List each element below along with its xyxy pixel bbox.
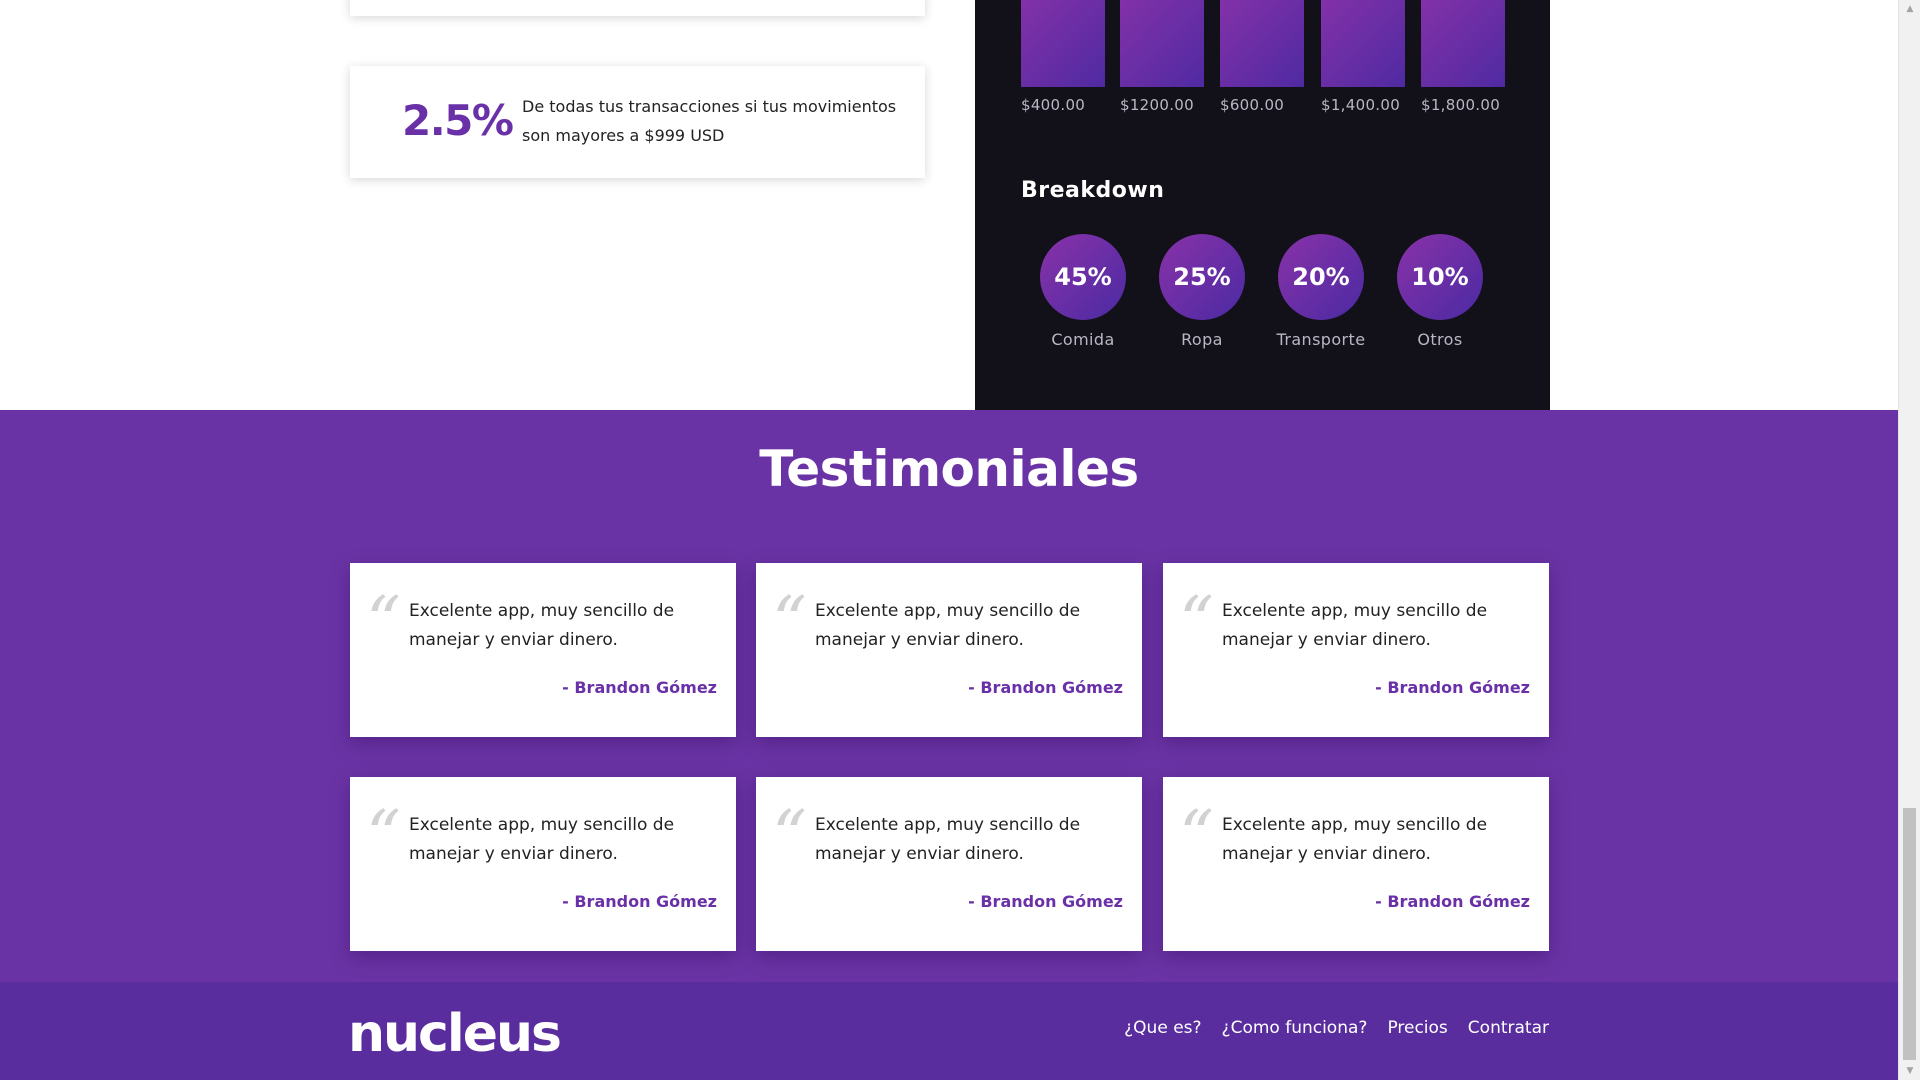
bar [1421, 0, 1505, 87]
quote-icon: “ [772, 583, 807, 662]
bar [1021, 0, 1105, 87]
breakdown-title: Breakdown [1021, 178, 1165, 203]
bar-label: $1,400.00 [1321, 96, 1401, 114]
breakdown-item: 20% Transporte [1266, 234, 1376, 349]
breakdown-item: 10% Otros [1385, 234, 1495, 349]
quote-icon: “ [366, 797, 401, 876]
scroll-up-icon[interactable]: ▲ [1899, 0, 1920, 18]
testimonial-card: “ Excelente app, muy sencillo de manejar… [350, 777, 736, 951]
quote-icon: “ [772, 797, 807, 876]
testimonial-card: “ Excelente app, muy sencillo de manejar… [756, 777, 1142, 951]
bar [1321, 0, 1405, 87]
testimonials-title: Testimoniales [759, 440, 1139, 498]
fee-description: De todas tus transacciones si tus movimi… [522, 97, 897, 145]
testimonial-author: - Brandon Gómez [562, 892, 717, 911]
footer: nucleus ¿Que es? ¿Como funciona? Precios… [0, 982, 1898, 1080]
pricing-section: 2.5% De todas tus transacciones si tus m… [0, 0, 1898, 410]
fee-percent: 2.5% [402, 96, 514, 145]
breakdown-item: 25% Ropa [1147, 234, 1257, 349]
nav-link-contratar[interactable]: Contratar [1468, 1018, 1549, 1038]
breakdown-label: Otros [1417, 330, 1463, 349]
testimonial-text: Excelente app, muy sencillo de manejar y… [1222, 601, 1488, 650]
bar-label: $1200.00 [1120, 96, 1194, 114]
dashboard-preview: $400.00 $1200.00 $600.00 $1,400.00 $1,80… [975, 0, 1550, 410]
logo[interactable]: nucleus [348, 1004, 562, 1064]
quote-icon: “ [1179, 583, 1214, 662]
bar-label: $400.00 [1021, 96, 1086, 114]
breakdown-label: Comida [1051, 330, 1115, 349]
footer-nav: ¿Que es? ¿Como funciona? Precios Contrat… [1124, 1018, 1549, 1038]
nav-link-como-funciona[interactable]: ¿Como funciona? [1222, 1018, 1368, 1038]
testimonial-card: “ Excelente app, muy sencillo de manejar… [350, 563, 736, 737]
quote-icon: “ [366, 583, 401, 662]
bar [1120, 0, 1204, 87]
testimonials-section: Testimoniales “ Excelente app, muy senci… [0, 410, 1898, 982]
bar [1220, 0, 1304, 87]
testimonial-card: “ Excelente app, muy sencillo de manejar… [1163, 563, 1549, 737]
breakdown-label: Ropa [1181, 330, 1223, 349]
testimonial-author: - Brandon Gómez [1375, 892, 1530, 911]
bar-label: $1,800.00 [1421, 96, 1501, 114]
testimonial-author: - Brandon Gómez [968, 892, 1123, 911]
fee-card-partial [350, 0, 925, 16]
testimonial-card: “ Excelente app, muy sencillo de manejar… [756, 563, 1142, 737]
breakdown-item: 45% Comida [1028, 234, 1138, 349]
testimonial-text: Excelente app, muy sencillo de manejar y… [815, 601, 1081, 650]
breakdown-label: Transporte [1276, 330, 1366, 349]
breakdown-circle: 25% [1159, 234, 1245, 320]
testimonial-text: Excelente app, muy sencillo de manejar y… [409, 815, 675, 864]
breakdown-circle: 10% [1397, 234, 1483, 320]
testimonial-card: “ Excelente app, muy sencillo de manejar… [1163, 777, 1549, 951]
testimonial-author: - Brandon Gómez [968, 678, 1123, 697]
testimonial-text: Excelente app, muy sencillo de manejar y… [1222, 815, 1488, 864]
scrollbar-thumb[interactable] [1903, 808, 1916, 1060]
nav-link-precios[interactable]: Precios [1387, 1018, 1447, 1038]
fee-card: 2.5% De todas tus transacciones si tus m… [350, 66, 925, 178]
breakdown-circle: 45% [1040, 234, 1126, 320]
testimonial-text: Excelente app, muy sencillo de manejar y… [815, 815, 1081, 864]
vertical-scrollbar[interactable]: ▲ ▼ [1898, 0, 1920, 1080]
scroll-down-icon[interactable]: ▼ [1899, 1062, 1920, 1080]
quote-icon: “ [1179, 797, 1214, 876]
testimonial-author: - Brandon Gómez [562, 678, 717, 697]
breakdown-circle: 20% [1278, 234, 1364, 320]
testimonial-author: - Brandon Gómez [1375, 678, 1530, 697]
bar-label: $600.00 [1220, 96, 1285, 114]
testimonial-text: Excelente app, muy sencillo de manejar y… [409, 601, 675, 650]
nav-link-que-es[interactable]: ¿Que es? [1124, 1018, 1201, 1038]
